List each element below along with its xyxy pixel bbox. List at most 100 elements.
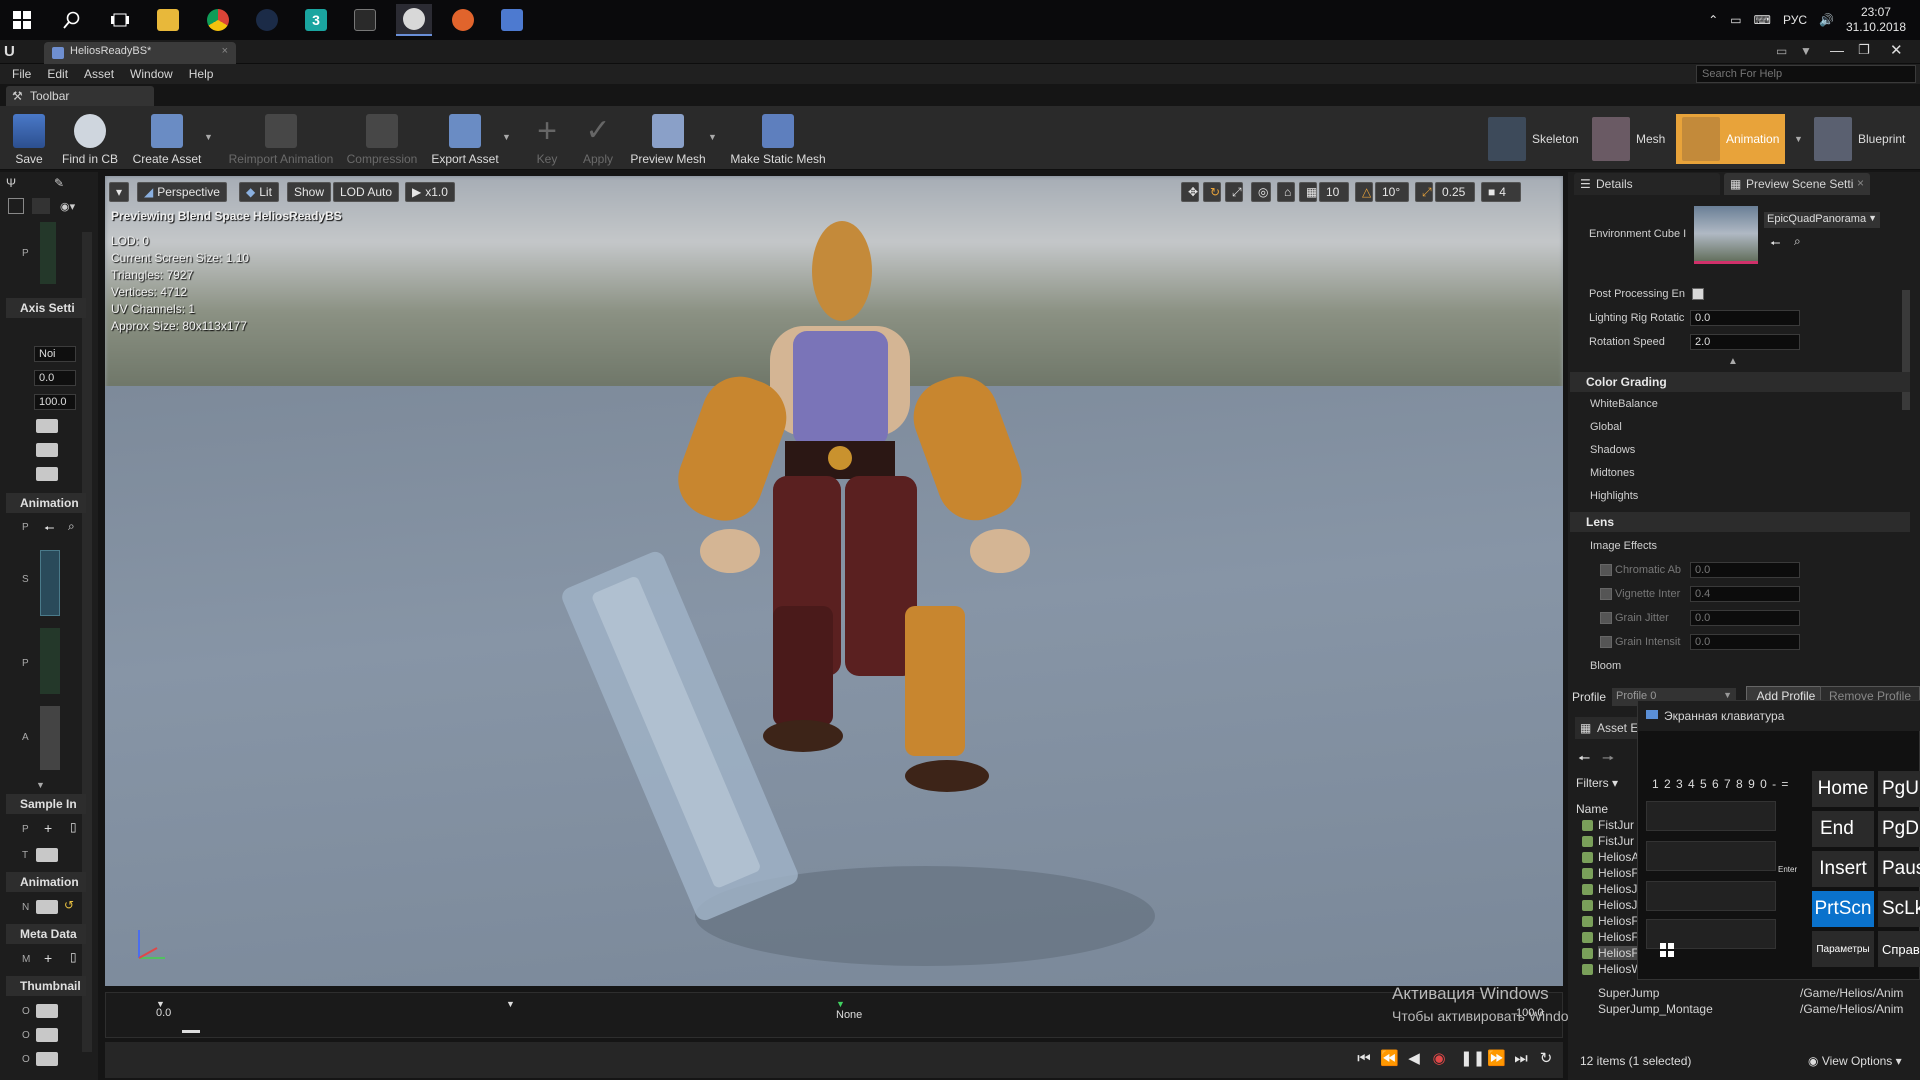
arrow-left-icon[interactable]: 🠔	[44, 519, 55, 540]
details-scrollbar[interactable]	[1902, 290, 1910, 410]
osk-help-key[interactable]: Справ	[1878, 931, 1920, 967]
view-options-button[interactable]: ◉ View Options ▾	[1808, 1054, 1902, 1068]
details-tab-icon[interactable]: ✎	[54, 176, 72, 194]
notification-icon[interactable]: ▭	[1776, 44, 1787, 58]
mode-skeleton-button[interactable]: Skeleton	[1482, 114, 1585, 164]
volume-icon[interactable]: 🔊	[1819, 13, 1834, 27]
preview-viewport[interactable]: ▾ ◢ Perspective ◆ Lit Show LOD Auto ▶ x1.0 …	[105, 176, 1563, 986]
osk-home-key[interactable]: Home	[1812, 771, 1874, 807]
sample-time-stepper[interactable]	[36, 848, 58, 862]
asset-list-item[interactable]: HeliosA	[1598, 850, 1639, 864]
osk-row-2[interactable]	[1646, 801, 1776, 831]
asset-list-item[interactable]: HeliosF	[1598, 866, 1639, 880]
pause-icon[interactable]: ❚❚	[1460, 1050, 1485, 1068]
mode-mesh-button[interactable]: Mesh	[1586, 114, 1671, 164]
close-tab-icon[interactable]: ×	[222, 45, 228, 57]
osk-pause-key[interactable]: Paus	[1878, 851, 1920, 887]
back-arrow-icon[interactable]: 🠔	[1578, 748, 1590, 772]
toolbar-tab[interactable]: ⚒ Toolbar	[6, 86, 154, 106]
scale-mode-icon[interactable]: ⤢	[1225, 182, 1243, 202]
post-processing-checkbox[interactable]	[1692, 288, 1704, 300]
asset-list-item[interactable]: HeliosW	[1598, 962, 1643, 976]
rotate-mode-icon[interactable]: ↻	[1203, 182, 1221, 202]
axis-min-field[interactable]: 0.0	[34, 370, 76, 386]
show-button[interactable]: Show	[287, 182, 332, 202]
axis-grid-stepper[interactable]	[36, 419, 58, 433]
osk-insert-key[interactable]: Insert	[1812, 851, 1874, 887]
use-selected-icon[interactable]: 🠔	[1770, 234, 1781, 255]
axis-name-field[interactable]: Noi	[34, 346, 76, 362]
asset-document-tab[interactable]: HeliosReadyBS* ×	[44, 42, 236, 64]
timeline-start-marker[interactable]: ▼	[156, 999, 165, 1009]
osk-pgup-key[interactable]: PgU	[1878, 771, 1920, 807]
mode-blueprint-button[interactable]: Blueprint	[1808, 114, 1911, 164]
chromatic-checkbox[interactable]	[1600, 564, 1612, 576]
reset-icon[interactable]: ↺	[64, 898, 74, 912]
collapse-advanced-icon[interactable]: ▲	[1728, 356, 1738, 367]
apply-button[interactable]: ✓ Apply	[578, 108, 618, 168]
animation-thumbnail-slot[interactable]	[40, 550, 60, 616]
midtones-item[interactable]: Midtones	[1576, 467, 1686, 479]
rotation-snap-icon[interactable]: △	[1355, 182, 1373, 202]
image-effects-item[interactable]: Image Effects	[1576, 540, 1686, 552]
steam-icon[interactable]	[249, 4, 285, 36]
white-balance-item[interactable]: WhiteBalance	[1576, 398, 1686, 410]
viewport-options-button[interactable]: ▾	[109, 182, 129, 202]
osk-row-4[interactable]	[1646, 881, 1776, 911]
task-view-icon[interactable]	[102, 4, 138, 36]
mode-animation-button[interactable]: Animation	[1676, 114, 1786, 164]
lit-button[interactable]: ◆ Lit	[239, 182, 279, 202]
axis-weight-stepper[interactable]	[36, 443, 58, 457]
make-static-mesh-button[interactable]: Make Static Mesh	[726, 108, 830, 168]
skeleton-tree-icon[interactable]: Ψ	[6, 176, 24, 194]
menu-file[interactable]: File	[4, 64, 39, 84]
asset-list-item[interactable]: HeliosF	[1598, 930, 1639, 944]
3ds-max-icon[interactable]: 3	[298, 4, 334, 36]
name-column-header[interactable]: Name	[1576, 802, 1608, 816]
perspective-button[interactable]: ◢ Perspective	[137, 182, 227, 202]
asset-list-item[interactable]: FistJur	[1598, 818, 1634, 832]
color-grading-header[interactable]: Color Grading	[1570, 372, 1910, 392]
lod-auto-button[interactable]: LOD Auto	[333, 182, 400, 202]
thumbnail-header[interactable]: Thumbnail	[6, 976, 86, 996]
settings-app-icon[interactable]	[445, 4, 481, 36]
environment-cube-dropdown[interactable]: EpicQuadPanorama ▼	[1764, 212, 1880, 228]
timeline-sample-marker[interactable]: ▼	[836, 999, 845, 1009]
asset-list-item[interactable]: HeliosF	[1598, 914, 1639, 928]
tab-details[interactable]: ☰ Details	[1574, 173, 1720, 195]
camera-speed-button[interactable]: ■ 4	[1481, 182, 1521, 202]
timeline-mid-marker[interactable]: ▼	[506, 999, 515, 1009]
osk-row-3[interactable]	[1646, 841, 1776, 871]
forward-arrow-icon[interactable]: 🠖	[1602, 748, 1614, 772]
grid-snap-icon[interactable]: ▦	[1299, 182, 1317, 202]
grain-jitter-checkbox[interactable]	[1600, 612, 1612, 624]
export-asset-button[interactable]: Export Asset	[428, 108, 502, 168]
meta-data-header[interactable]: Meta Data	[6, 924, 86, 944]
chevron-up-icon[interactable]: ⌃	[1708, 13, 1718, 27]
axis-dropdown[interactable]	[36, 467, 58, 481]
surface-snap-icon[interactable]: ⌂	[1277, 182, 1295, 202]
osk-options-key[interactable]: Параметры	[1812, 931, 1874, 967]
source-control-icon[interactable]: ▼	[1800, 44, 1812, 58]
maximize-button[interactable]: ❐	[1858, 42, 1870, 58]
search-icon[interactable]	[54, 4, 90, 36]
osk-windows-key-icon[interactable]	[1660, 943, 1674, 957]
osk-number-row[interactable]: 1 2 3 4 5 6 7 8 9 0 - =	[1652, 777, 1802, 791]
rotation-snap-value[interactable]: 10°	[1375, 182, 1409, 202]
osk-end-key[interactable]: End	[1812, 811, 1874, 847]
search-help-input[interactable]	[1696, 65, 1916, 83]
grain-intensity-checkbox[interactable]	[1600, 636, 1612, 648]
vignette-checkbox[interactable]	[1600, 588, 1612, 600]
add-meta-icon[interactable]: +	[44, 950, 52, 966]
asset-superjump-montage[interactable]: SuperJump_Montage	[1598, 1002, 1713, 1016]
animation-header-1[interactable]: Animation	[6, 493, 86, 513]
network-app-icon[interactable]	[494, 4, 530, 36]
asset-list-item[interactable]: HeliosJ	[1598, 882, 1637, 896]
record-icon[interactable]: ◉	[1430, 1050, 1448, 1068]
keyboard-icon[interactable]: ⌨	[1754, 13, 1771, 27]
key-button[interactable]: + Key	[528, 108, 566, 168]
menu-window[interactable]: Window	[122, 64, 181, 84]
find-in-cb-button[interactable]: Find in CB	[58, 108, 122, 168]
close-tab-icon[interactable]: ×	[1857, 176, 1864, 190]
reimport-animation-button[interactable]: Reimport Animation	[224, 108, 338, 168]
